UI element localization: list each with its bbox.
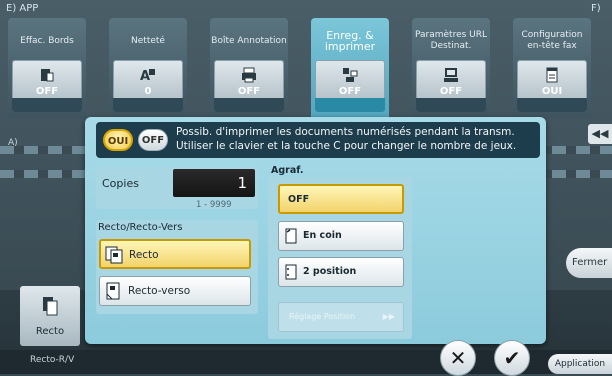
off-toggle-button[interactable]: OFF [138,129,168,151]
tab-value: OFF [439,86,463,97]
section-title-e: E) APP [6,3,39,14]
section-title-a: A) [8,138,18,148]
copies-input[interactable]: 1 [173,169,255,197]
oui-toggle-button[interactable]: OUI [103,129,133,151]
single-sided-icon [105,246,123,264]
tab-label: Netteté [131,35,165,46]
agraf-position-label: Réglage Position [289,312,356,321]
agraf-corner-label: En coin [303,230,342,241]
tab-value: OFF [338,86,362,97]
agraf-title: Agraf. [271,165,304,176]
tab-configuration-fax[interactable]: Configuration en-tête fax OUI [513,18,591,118]
two-staple-icon [285,264,297,280]
chevron-right-icon: ▶▶ [382,312,395,321]
recto-rv-label: Recto-R/V [30,355,75,365]
tab-value: OFF [35,86,59,97]
recto-shortcut-label: Recto [35,326,65,337]
tab-nettete[interactable]: Netteté A 0 [109,18,187,118]
fermer-button[interactable]: Fermer [566,248,612,278]
tab-label: Boîte Annotation [211,35,287,46]
tab-label: Effac. Bords [20,35,74,46]
notice-text: Possib. d'imprimer les documents numéris… [176,125,538,153]
tab-boite-annotation[interactable]: Boîte Annotation OFF [210,18,288,118]
tab-parametres-url[interactable]: Paramètres URL Destinat. OFF [412,18,490,118]
recto-label: Recto [129,249,159,261]
tab-value: OUI [541,86,563,97]
recto-verso-title: Recto/Recto-Vers [98,222,183,233]
tab-label: Enreg. & imprimer [324,29,376,53]
agraf-two-label: 2 position [303,266,357,277]
double-sided-icon [106,282,120,300]
application-button[interactable]: Application [548,354,612,374]
corner-staple-icon [285,228,297,244]
agraf-two-position-button[interactable]: 2 position [278,257,404,287]
tab-label: Configuration en-tête fax [521,30,583,51]
copies-range: 1 - 9999 [196,200,232,210]
recto-button[interactable]: Recto [99,239,251,269]
page-icon [43,297,58,316]
tab-effac-bords[interactable]: Effac. Bords OFF [8,18,86,118]
recto-shortcut-button[interactable]: Recto [20,286,80,346]
notice-line-1: Possib. d'imprimer les documents numéris… [176,126,515,138]
agraf-off-button[interactable]: OFF [278,184,404,214]
expand-arrow-button[interactable]: ◀◀ [588,124,612,144]
agraf-corner-button[interactable]: En coin [278,221,404,251]
tab-label: Paramètres URL Destinat. [414,30,488,51]
function-tabs: Effac. Bords OFF Netteté A 0 Boîte Annot… [8,18,612,138]
ok-button[interactable]: ✔ [494,340,530,376]
copies-label: Copies [102,177,139,190]
tab-value: OFF [237,86,261,97]
notice-line-2: Utiliser le clavier et la touche C pour … [176,140,517,152]
agraf-position-button: Réglage Position ▶▶ [278,302,404,332]
recto-verso-button[interactable]: Recto-verso [99,276,251,306]
recto-verso-label: Recto-verso [128,285,191,297]
tab-value: 0 [144,86,152,97]
cancel-button[interactable]: ✕ [440,340,476,376]
section-title-f: F) [591,3,601,14]
agraf-off-label: OFF [288,194,310,205]
